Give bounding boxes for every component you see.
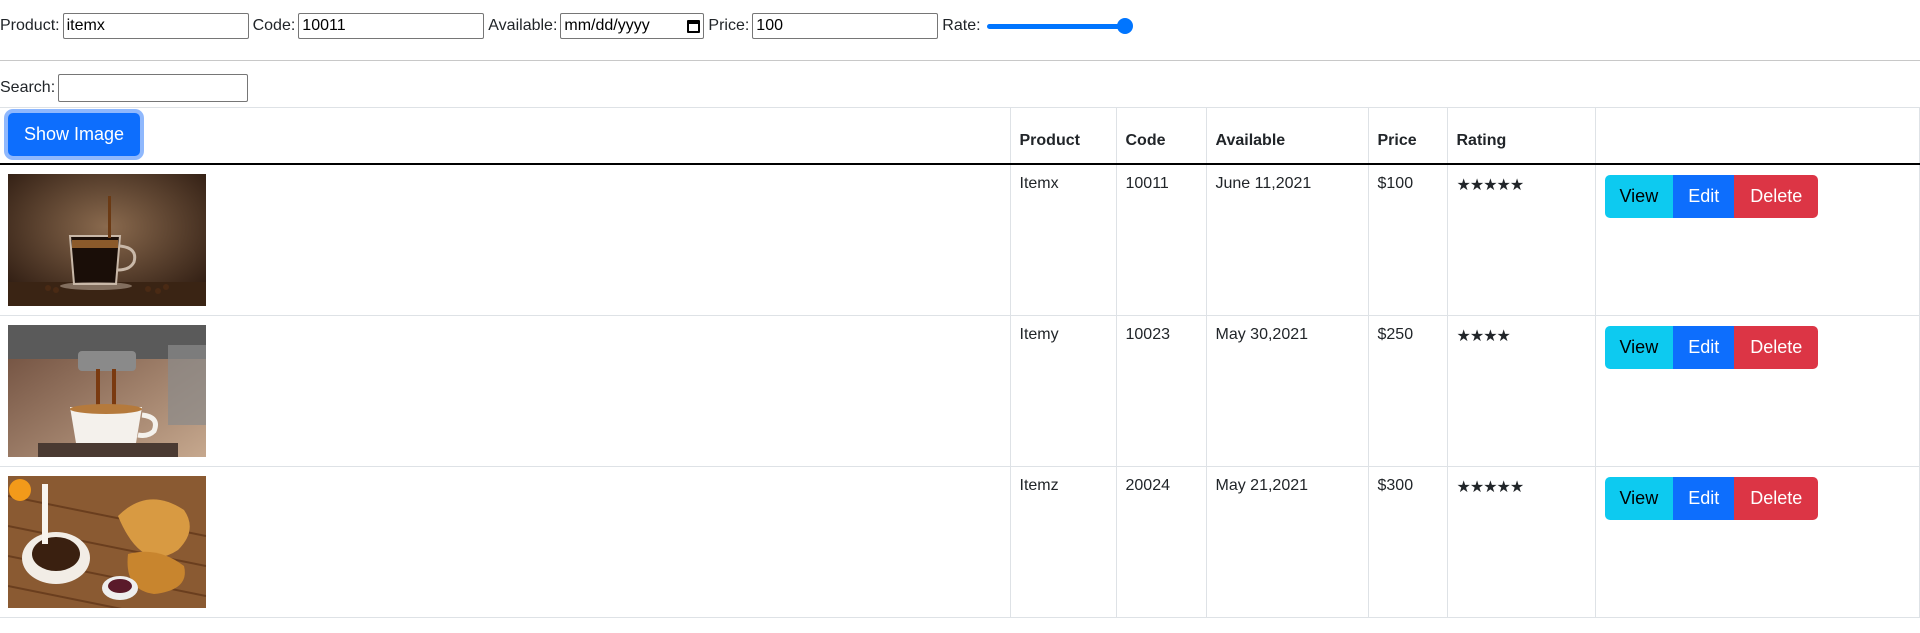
rate-slider-track: [986, 24, 1127, 29]
header-actions: [1595, 107, 1920, 165]
edit-button[interactable]: Edit: [1673, 326, 1735, 369]
actions-cell: View Edit Delete: [1595, 164, 1920, 316]
header-product: Product: [1010, 107, 1117, 165]
available-cell: May 21,2021: [1206, 466, 1369, 618]
products-table: Show Image Product Code Available Price …: [0, 107, 1920, 618]
calendar-icon[interactable]: [687, 19, 701, 33]
show-image-header: Show Image: [0, 107, 1011, 165]
search-input[interactable]: [58, 74, 249, 102]
available-cell: May 30,2021: [1206, 315, 1369, 467]
action-buttons: View Edit Delete: [1604, 326, 1911, 369]
actions-cell: View Edit Delete: [1595, 315, 1920, 467]
code-label: Code:: [252, 17, 296, 34]
rate-slider[interactable]: [986, 16, 1133, 36]
product-input[interactable]: [62, 13, 249, 39]
image-cell: [0, 466, 1011, 618]
action-buttons: View Edit Delete: [1604, 477, 1911, 520]
star-rating-icon: ★★★★★: [1456, 479, 1525, 496]
rating-cell: ★★★★★: [1447, 466, 1596, 618]
table-row: Itemz 20024 May 21,2021 $300 ★★★★★ View …: [0, 466, 1920, 618]
product-image-coffee-cup: [8, 174, 206, 306]
product-image-coffee-croissants: [8, 476, 206, 608]
product-form: Product: Code: Available: mm/dd/yyyy Pri…: [0, 0, 1920, 52]
image-cell: [0, 315, 1011, 467]
search-label: Search:: [0, 79, 56, 96]
rate-slider-thumb[interactable]: [1116, 18, 1133, 34]
search-row: Search:: [0, 61, 1920, 107]
product-cell: Itemx: [1010, 164, 1117, 316]
header-code: Code: [1116, 107, 1207, 165]
available-label: Available:: [488, 17, 558, 34]
price-cell: $250: [1368, 315, 1448, 467]
price-cell: $300: [1368, 466, 1448, 618]
image-cell: [0, 164, 1011, 316]
table-row: Itemy 10023 May 30,2021 $250 ★★★★ View E…: [0, 315, 1920, 467]
table-row: Itemx 10011 June 11,2021 $100 ★★★★★ View…: [0, 164, 1920, 316]
rating-cell: ★★★★: [1447, 315, 1596, 467]
header-available: Available: [1206, 107, 1369, 165]
code-input[interactable]: [298, 13, 485, 39]
delete-button[interactable]: Delete: [1734, 477, 1819, 520]
product-cell: Itemz: [1010, 466, 1117, 618]
code-cell: 10023: [1116, 315, 1207, 467]
code-cell: 20024: [1116, 466, 1207, 618]
product-label: Product:: [0, 17, 60, 34]
action-buttons: View Edit Delete: [1604, 175, 1911, 218]
delete-button[interactable]: Delete: [1734, 326, 1819, 369]
date-placeholder: mm/dd/yyyy: [564, 17, 650, 34]
header-rating: Rating: [1447, 107, 1596, 165]
code-cell: 10011: [1116, 164, 1207, 316]
star-rating-icon: ★★★★★: [1456, 177, 1525, 194]
available-cell: June 11,2021: [1206, 164, 1369, 316]
edit-button[interactable]: Edit: [1673, 175, 1735, 218]
rate-label: Rate:: [942, 17, 981, 34]
available-date-input[interactable]: mm/dd/yyyy: [560, 13, 705, 39]
delete-button[interactable]: Delete: [1734, 175, 1819, 218]
actions-cell: View Edit Delete: [1595, 466, 1920, 618]
view-button[interactable]: View: [1604, 477, 1674, 520]
header-price: Price: [1368, 107, 1448, 165]
rating-cell: ★★★★★: [1447, 164, 1596, 316]
view-button[interactable]: View: [1604, 175, 1674, 218]
view-button[interactable]: View: [1604, 326, 1674, 369]
show-image-button[interactable]: Show Image: [8, 113, 141, 156]
table-header-row: Show Image Product Code Available Price …: [0, 107, 1920, 165]
price-label: Price:: [708, 17, 750, 34]
product-cell: Itemy: [1010, 315, 1117, 467]
price-input[interactable]: [752, 13, 939, 39]
product-image-espresso-machine: [8, 325, 206, 457]
edit-button[interactable]: Edit: [1673, 477, 1735, 520]
price-cell: $100: [1368, 164, 1448, 316]
star-rating-icon: ★★★★: [1456, 328, 1511, 345]
